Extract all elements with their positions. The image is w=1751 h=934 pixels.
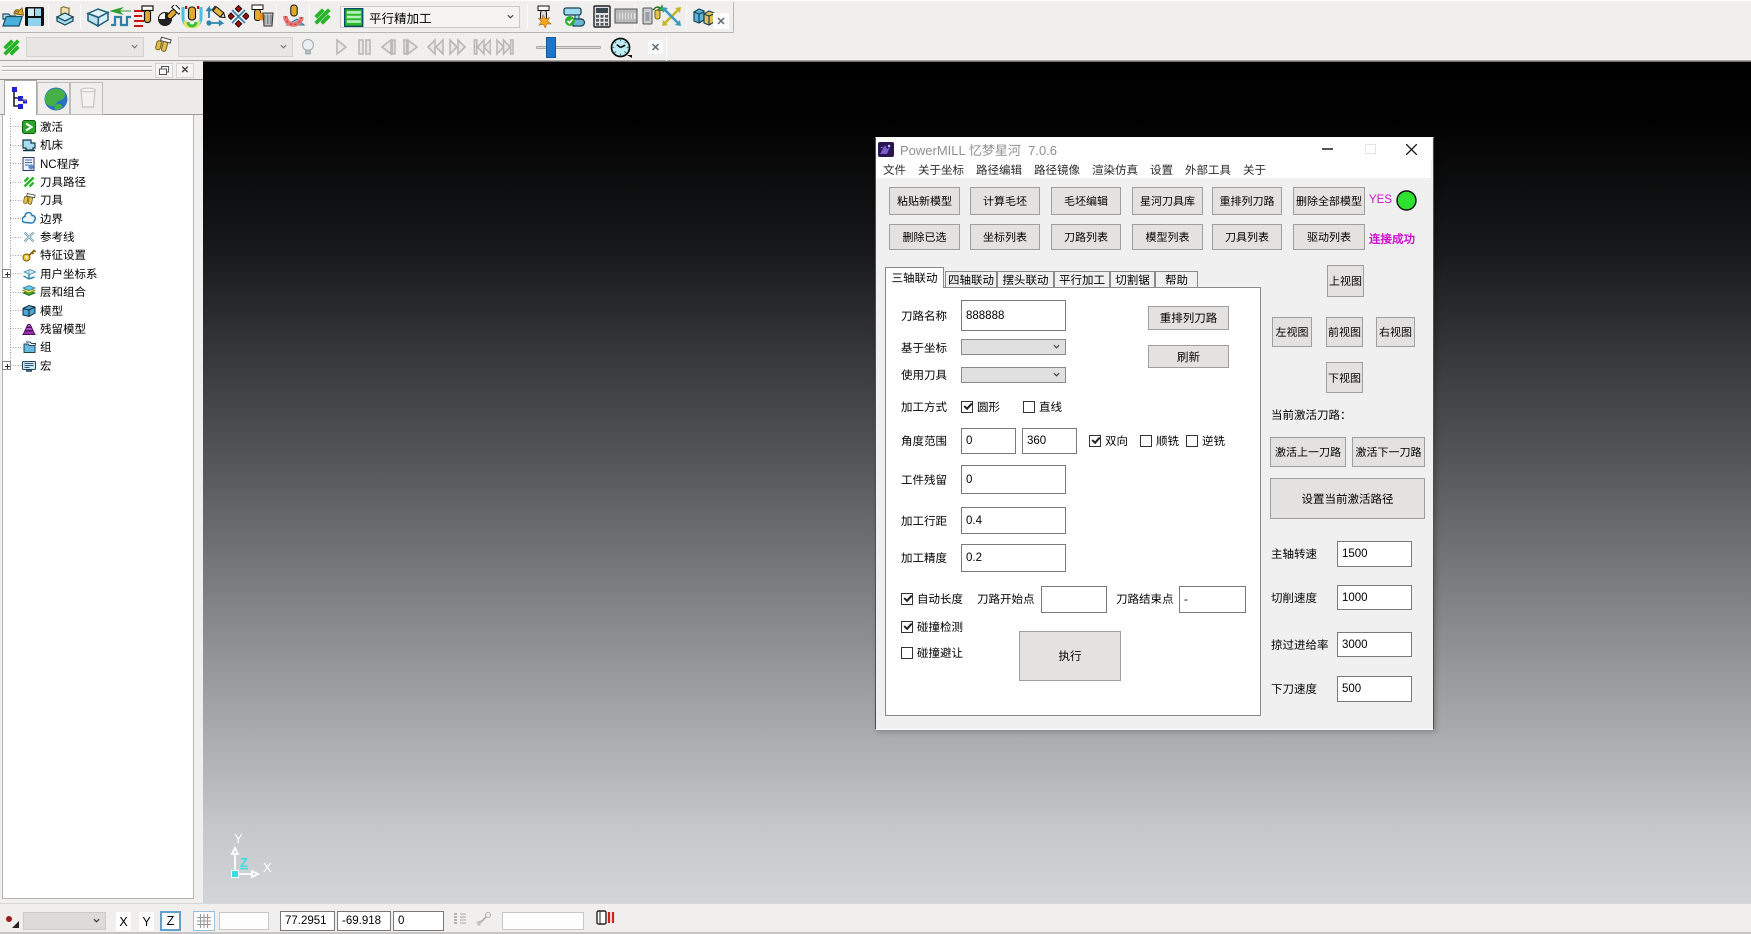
svg-text:Y: Y: [234, 832, 243, 846]
svg-text:Z: Z: [240, 855, 248, 870]
svg-text:X: X: [263, 860, 272, 875]
